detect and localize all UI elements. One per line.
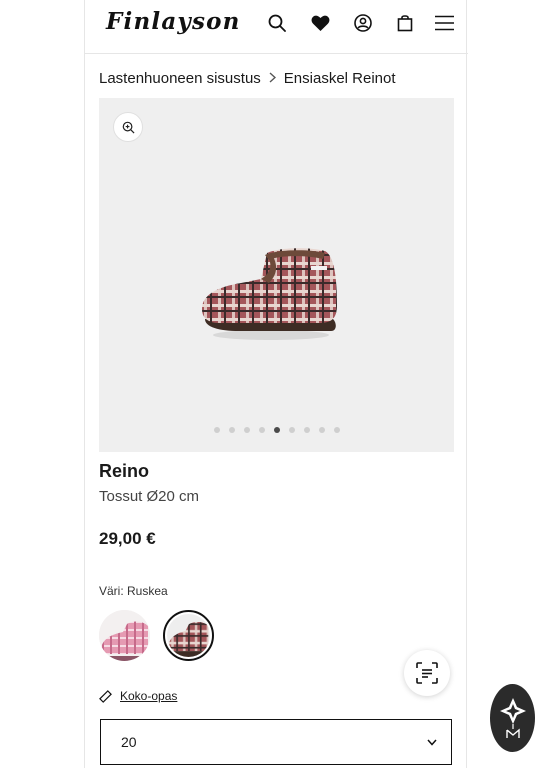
search-icon[interactable] <box>266 12 288 34</box>
product-gallery[interactable] <box>99 98 454 452</box>
carousel-dot[interactable] <box>273 427 280 433</box>
color-swatch-brown[interactable] <box>163 610 214 661</box>
visual-search-button[interactable] <box>404 650 450 696</box>
product-price: 29,00 € <box>99 529 156 548</box>
carousel-dot[interactable] <box>288 427 295 433</box>
bag-icon[interactable] <box>394 12 416 34</box>
carousel-dot[interactable] <box>333 427 340 433</box>
size-guide-link[interactable]: Koko-opas <box>99 689 177 703</box>
breadcrumb-item-current[interactable]: Ensiaskel Reinot <box>284 70 396 87</box>
diamond-star-icon <box>499 698 526 738</box>
carousel-dot[interactable] <box>243 427 250 433</box>
chevron-down-icon <box>427 739 437 746</box>
account-icon[interactable] <box>352 12 374 34</box>
size-select-value: 20 <box>121 734 137 750</box>
carousel-dot[interactable] <box>303 427 310 433</box>
zoom-in-icon <box>122 121 134 133</box>
color-swatch-pink[interactable] <box>99 610 150 661</box>
heart-icon[interactable] <box>309 12 331 34</box>
color-label: Väri: Ruskea <box>99 584 168 598</box>
finlayson-logo[interactable]: Finlayson <box>106 8 241 35</box>
breadcrumb: Lastenhuoneen sisustus Ensiaskel Reinot <box>99 70 396 87</box>
size-guide-label: Koko-opas <box>120 689 178 703</box>
pink-slipper-thumbnail <box>99 610 150 661</box>
carousel-dot[interactable] <box>228 427 235 433</box>
menu-icon[interactable] <box>433 12 455 34</box>
breadcrumb-item-category[interactable]: Lastenhuoneen sisustus <box>99 70 261 87</box>
carousel-dot[interactable] <box>258 427 265 433</box>
carousel-dot[interactable] <box>318 427 325 433</box>
carousel-dots <box>99 427 454 433</box>
ruler-icon <box>99 689 112 703</box>
size-select[interactable]: 20 <box>100 719 452 765</box>
carousel-dot[interactable] <box>213 427 220 433</box>
brown-slipper-thumbnail <box>167 614 210 657</box>
chevron-right-icon <box>269 71 276 86</box>
zoom-button[interactable] <box>113 112 143 142</box>
site-header: Finlayson <box>85 0 468 54</box>
product-name: Reino <box>99 461 150 481</box>
product-subtitle: Tossut Ø20 cm <box>99 488 200 505</box>
assistant-badge-button[interactable] <box>490 684 535 752</box>
scan-icon <box>416 662 438 684</box>
product-image <box>202 248 337 340</box>
product-page: Finlayson Lastenhuoneen sisustus Ensiask… <box>84 0 468 768</box>
